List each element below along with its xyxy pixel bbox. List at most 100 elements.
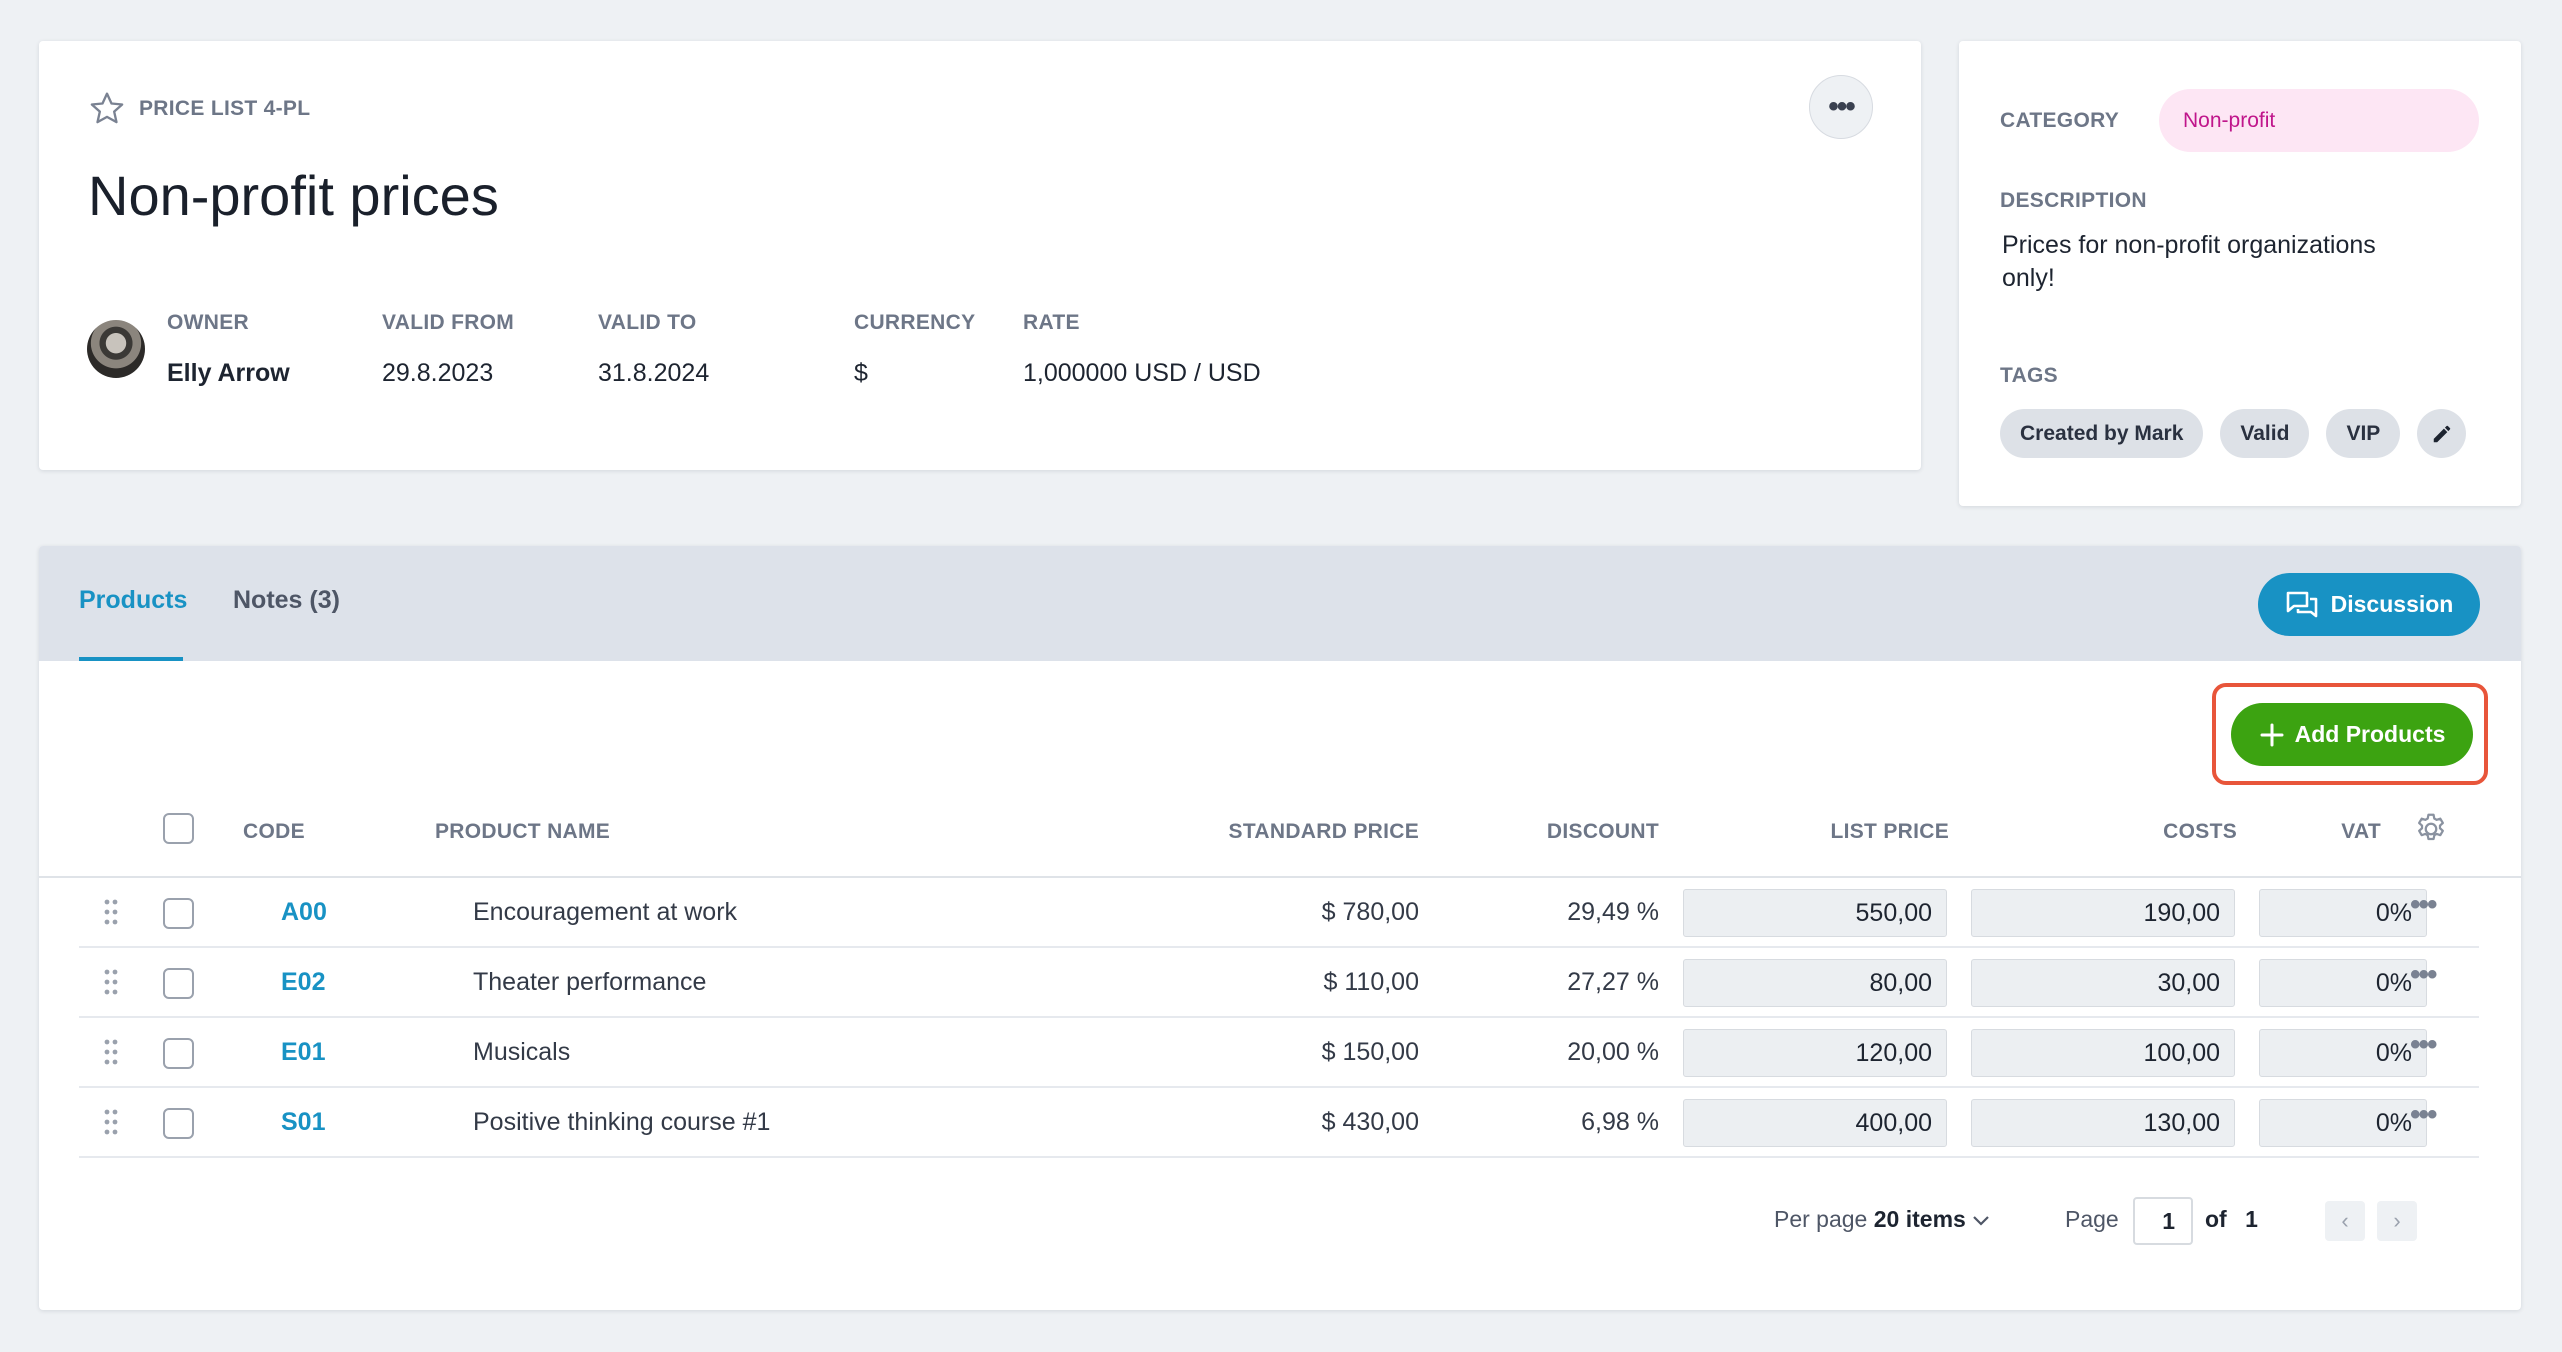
discount-value: 27,27 % <box>1567 968 1659 996</box>
product-name: Encouragement at work <box>473 898 738 926</box>
vat-input[interactable]: 0% <box>2259 959 2427 1007</box>
owner-label: OWNER <box>167 311 249 334</box>
table-row[interactable]: A00 Encouragement at work $ 780,00 29,49… <box>79 878 2479 948</box>
row-checkbox[interactable] <box>163 968 194 999</box>
owner-value: Elly Arrow <box>167 359 290 387</box>
add-products-label: Add Products <box>2294 721 2446 747</box>
column-list-price[interactable]: LIST PRICE <box>1709 820 1949 844</box>
tab-products[interactable]: Products <box>79 586 187 615</box>
column-standard-price[interactable]: STANDARD PRICE <box>979 820 1419 844</box>
vat-input[interactable]: 0% <box>2259 889 2427 937</box>
column-product-name[interactable]: PRODUCT NAME <box>435 820 610 844</box>
product-name: Positive thinking course #1 <box>473 1108 771 1136</box>
standard-price: $ 430,00 <box>1321 1108 1419 1136</box>
category-label: CATEGORY <box>2000 109 2120 132</box>
more-options-button[interactable]: ••• <box>1809 75 1873 139</box>
next-page-button[interactable]: › <box>2377 1201 2417 1241</box>
table-row[interactable]: E01 Musicals $ 150,00 20,00 % 120,00 100… <box>79 1018 2479 1088</box>
product-code-link[interactable]: E01 <box>281 1038 325 1067</box>
add-products-button[interactable]: Add Products <box>2231 703 2473 766</box>
details-side-card: CATEGORY Non-profit DESCRIPTION Prices f… <box>1959 41 2521 506</box>
list-price-input[interactable]: 80,00 <box>1683 959 1947 1007</box>
table-row[interactable]: S01 Positive thinking course #1 $ 430,00… <box>79 1088 2479 1158</box>
costs-input[interactable]: 190,00 <box>1971 889 2235 937</box>
star-icon[interactable] <box>87 89 127 129</box>
product-name: Theater performance <box>473 968 707 996</box>
rate-label: RATE <box>1023 311 1080 334</box>
standard-price: $ 150,00 <box>1321 1038 1419 1066</box>
total-pages: 1 <box>2245 1206 2258 1232</box>
costs-input[interactable]: 130,00 <box>1971 1099 2235 1147</box>
row-checkbox[interactable] <box>163 1038 194 1069</box>
row-checkbox[interactable] <box>163 1108 194 1139</box>
category-badge[interactable]: Non-profit <box>2159 89 2479 152</box>
description-label: DESCRIPTION <box>2000 189 2147 212</box>
chevron-left-icon: ‹ <box>2341 1208 2349 1233</box>
vat-input[interactable]: 0% <box>2259 1029 2427 1077</box>
discount-value: 29,49 % <box>1567 898 1659 926</box>
plus-icon <box>2260 723 2284 746</box>
tags-label: TAGS <box>2000 364 2058 387</box>
select-all-checkbox[interactable] <box>163 813 194 844</box>
discussion-button[interactable]: Discussion <box>2258 573 2480 636</box>
product-name: Musicals <box>473 1038 571 1066</box>
description-text: Prices for non-profit organizations only… <box>2002 231 2376 292</box>
owner-field: OWNER Elly Arrow <box>167 311 290 388</box>
edit-tags-button[interactable] <box>2417 409 2467 458</box>
tab-bar: Products Notes (3) Discussion <box>39 546 2521 661</box>
row-more-button[interactable]: ••• <box>2410 958 2437 992</box>
valid-to-label: VALID TO <box>598 311 697 334</box>
chevron-down-icon[interactable] <box>1972 1215 1990 1227</box>
list-price-input[interactable]: 120,00 <box>1683 1029 1947 1077</box>
price-list-code: PRICE LIST 4-PL <box>139 97 311 120</box>
column-discount[interactable]: DISCOUNT <box>1459 820 1659 844</box>
products-card: Products Notes (3) Discussion Add Produc… <box>39 546 2521 1310</box>
product-code-link[interactable]: A00 <box>281 898 327 927</box>
pencil-icon <box>2433 425 2451 442</box>
drag-handle-icon[interactable] <box>103 1038 119 1066</box>
discount-value: 20,00 % <box>1567 1038 1659 1066</box>
valid-to-field: VALID TO 31.8.2024 <box>598 311 709 388</box>
standard-price: $ 780,00 <box>1321 898 1419 926</box>
valid-from-value: 29.8.2023 <box>382 359 494 387</box>
rate-value: 1,000000 USD / USD <box>1023 359 1261 387</box>
tag-vip[interactable]: VIP <box>2326 409 2401 458</box>
tag-created-by-mark[interactable]: Created by Mark <box>2000 409 2204 458</box>
row-more-button[interactable]: ••• <box>2410 1098 2437 1132</box>
row-checkbox[interactable] <box>163 898 194 929</box>
per-page-control[interactable]: Per page 20 items <box>1774 1206 1990 1233</box>
chevron-right-icon: › <box>2393 1208 2401 1233</box>
drag-handle-icon[interactable] <box>103 968 119 996</box>
product-code-link[interactable]: S01 <box>281 1108 325 1137</box>
column-code[interactable]: CODE <box>243 820 305 844</box>
tag-valid[interactable]: Valid <box>2220 409 2310 458</box>
currency-value: $ <box>854 359 868 387</box>
list-price-input[interactable]: 550,00 <box>1683 889 1947 937</box>
row-more-button[interactable]: ••• <box>2410 888 2437 922</box>
vat-input[interactable]: 0% <box>2259 1099 2427 1147</box>
previous-page-button[interactable]: ‹ <box>2325 1201 2365 1241</box>
drag-handle-icon[interactable] <box>103 1108 119 1136</box>
discussion-label: Discussion <box>2330 591 2454 617</box>
per-page-value[interactable]: 20 items <box>1874 1206 1966 1232</box>
row-more-button[interactable]: ••• <box>2410 1028 2437 1062</box>
avatar[interactable] <box>87 320 145 378</box>
product-code-link[interactable]: E02 <box>281 968 325 997</box>
page-title: Non-profit prices <box>88 164 499 227</box>
drag-handle-icon[interactable] <box>103 898 119 926</box>
table-row[interactable]: E02 Theater performance $ 110,00 27,27 %… <box>79 948 2479 1018</box>
column-costs[interactable]: COSTS <box>1997 820 2237 844</box>
list-price-input[interactable]: 400,00 <box>1683 1099 1947 1147</box>
valid-to-value: 31.8.2024 <box>598 359 710 387</box>
gear-icon[interactable] <box>2413 811 2449 847</box>
column-vat[interactable]: VAT <box>2289 820 2381 844</box>
price-list-label: PRICE LIST 4-PL <box>87 89 310 129</box>
costs-input[interactable]: 30,00 <box>1971 959 2235 1007</box>
page-number-input[interactable]: 1 <box>2133 1197 2193 1245</box>
currency-field: CURRENCY $ <box>854 311 975 388</box>
tab-notes[interactable]: Notes (3) <box>233 586 340 615</box>
costs-input[interactable]: 100,00 <box>1971 1029 2235 1077</box>
page-label: Page <box>2065 1206 2119 1232</box>
chat-bubbles-icon <box>2286 591 2317 617</box>
valid-from-field: VALID FROM 29.8.2023 <box>382 311 514 388</box>
